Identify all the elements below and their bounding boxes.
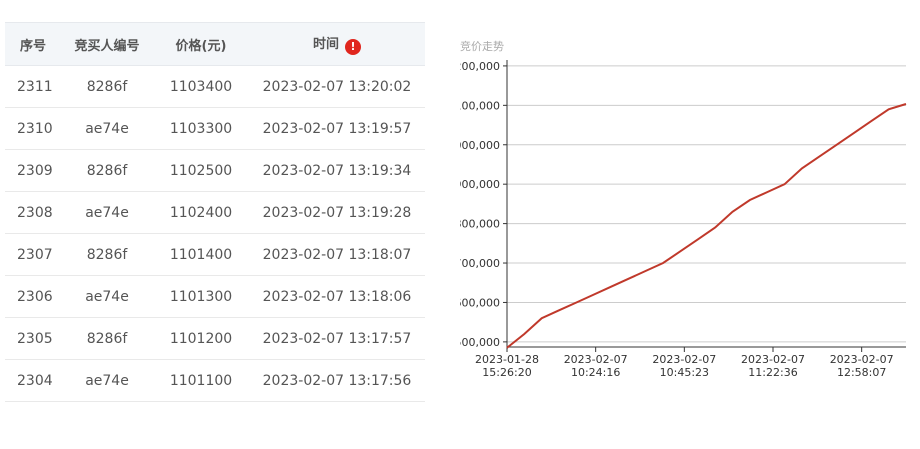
x-tick-label-time: 10:24:16 bbox=[571, 366, 620, 379]
cell-time: 2023-02-07 13:19:28 bbox=[249, 191, 425, 234]
cell-no: 2311 bbox=[5, 65, 61, 108]
table-row: 2307 8286f 1101400 2023-02-07 13:18:07 bbox=[5, 233, 425, 276]
price-trend-line bbox=[506, 103, 907, 349]
header-price: 价格(元) bbox=[153, 22, 249, 66]
cell-time: 2023-02-07 13:17:57 bbox=[249, 317, 425, 360]
y-tick-label: 500,000 bbox=[460, 336, 500, 349]
cell-bidder-id: ae74e bbox=[61, 275, 153, 318]
header-no: 序号 bbox=[5, 22, 61, 66]
table-header-row: 序号 竞买人编号 价格(元) 时间! bbox=[5, 22, 425, 66]
table-row: 2304 ae74e 1101100 2023-02-07 13:17:56 bbox=[5, 359, 425, 402]
table-row: 2308 ae74e 1102400 2023-02-07 13:19:28 bbox=[5, 191, 425, 234]
y-tick-label: 600,000 bbox=[460, 296, 500, 309]
header-bidder-id: 竞买人编号 bbox=[61, 22, 153, 66]
cell-time: 2023-02-07 13:18:07 bbox=[249, 233, 425, 276]
cell-time: 2023-02-07 13:17:56 bbox=[249, 359, 425, 402]
cell-no: 2306 bbox=[5, 275, 61, 318]
x-tick-label-time: 12:58:07 bbox=[837, 366, 886, 379]
cell-no: 2309 bbox=[5, 149, 61, 192]
cell-bidder-id: 8286f bbox=[61, 149, 153, 192]
cell-time: 2023-02-07 13:19:34 bbox=[249, 149, 425, 192]
cell-price: 1102500 bbox=[153, 149, 249, 192]
cell-price: 1101100 bbox=[153, 359, 249, 402]
table-row: 2310 ae74e 1103300 2023-02-07 13:19:57 bbox=[5, 107, 425, 150]
table-row: 2306 ae74e 1101300 2023-02-07 13:18:06 bbox=[5, 275, 425, 318]
cell-time: 2023-02-07 13:18:06 bbox=[249, 275, 425, 318]
y-tick-label: 900,000 bbox=[460, 178, 500, 191]
cell-time: 2023-02-07 13:20:02 bbox=[249, 65, 425, 108]
cell-price: 1103300 bbox=[153, 107, 249, 150]
x-tick-label-time: 15:26:20 bbox=[482, 366, 531, 379]
x-tick-label-time: 10:45:23 bbox=[660, 366, 709, 379]
header-time: 时间! bbox=[249, 22, 425, 66]
cell-price: 1103400 bbox=[153, 65, 249, 108]
cell-bidder-id: ae74e bbox=[61, 191, 153, 234]
header-time-label: 时间 bbox=[312, 37, 339, 52]
cell-no: 2307 bbox=[5, 233, 61, 276]
cell-no: 2308 bbox=[5, 191, 61, 234]
x-tick-label-date: 2023-02-07 bbox=[830, 353, 894, 366]
y-tick-label: 800,000 bbox=[460, 218, 500, 231]
bid-trend-chart: 500,000 600,000 700,000 800,000 900,000 1,000… bbox=[460, 60, 907, 379]
y-tick-label: 1,000,000 bbox=[460, 139, 500, 152]
cell-bidder-id: 8286f bbox=[61, 317, 153, 360]
cell-bidder-id: ae74e bbox=[61, 107, 153, 150]
cell-price: 1101300 bbox=[153, 275, 249, 318]
x-tick-label-time: 11:22:36 bbox=[748, 366, 797, 379]
cell-no: 2304 bbox=[5, 359, 61, 402]
y-tick-label: 1,200,000 bbox=[460, 60, 500, 73]
table-row: 2309 8286f 1102500 2023-02-07 13:19:34 bbox=[5, 149, 425, 192]
y-tick-label: 700,000 bbox=[460, 257, 500, 270]
cell-price: 1101200 bbox=[153, 317, 249, 360]
cell-bidder-id: 8286f bbox=[61, 65, 153, 108]
x-tick-label-date: 2023-02-07 bbox=[741, 353, 805, 366]
cell-no: 2305 bbox=[5, 317, 61, 360]
x-tick-label-date: 2023-02-07 bbox=[564, 353, 628, 366]
cell-price: 1101400 bbox=[153, 233, 249, 276]
cell-price: 1102400 bbox=[153, 191, 249, 234]
cell-bidder-id: ae74e bbox=[61, 359, 153, 402]
cell-bidder-id: 8286f bbox=[61, 233, 153, 276]
alert-icon[interactable]: ! bbox=[345, 39, 361, 55]
table-row: 2311 8286f 1103400 2023-02-07 13:20:02 bbox=[5, 65, 425, 108]
x-tick-label-date: 2023-02-07 bbox=[652, 353, 716, 366]
y-tick-label: 1,100,000 bbox=[460, 99, 500, 112]
table-row: 2305 8286f 1101200 2023-02-07 13:17:57 bbox=[5, 317, 425, 360]
chart-title: 竞价走势 bbox=[460, 40, 504, 53]
x-tick-label-date: 2023-01-28 bbox=[475, 353, 539, 366]
cell-time: 2023-02-07 13:19:57 bbox=[249, 107, 425, 150]
bid-records-table: 序号 竞买人编号 价格(元) 时间! 2311 8286f 1103400 2023-… bbox=[5, 22, 425, 402]
cell-no: 2310 bbox=[5, 107, 61, 150]
